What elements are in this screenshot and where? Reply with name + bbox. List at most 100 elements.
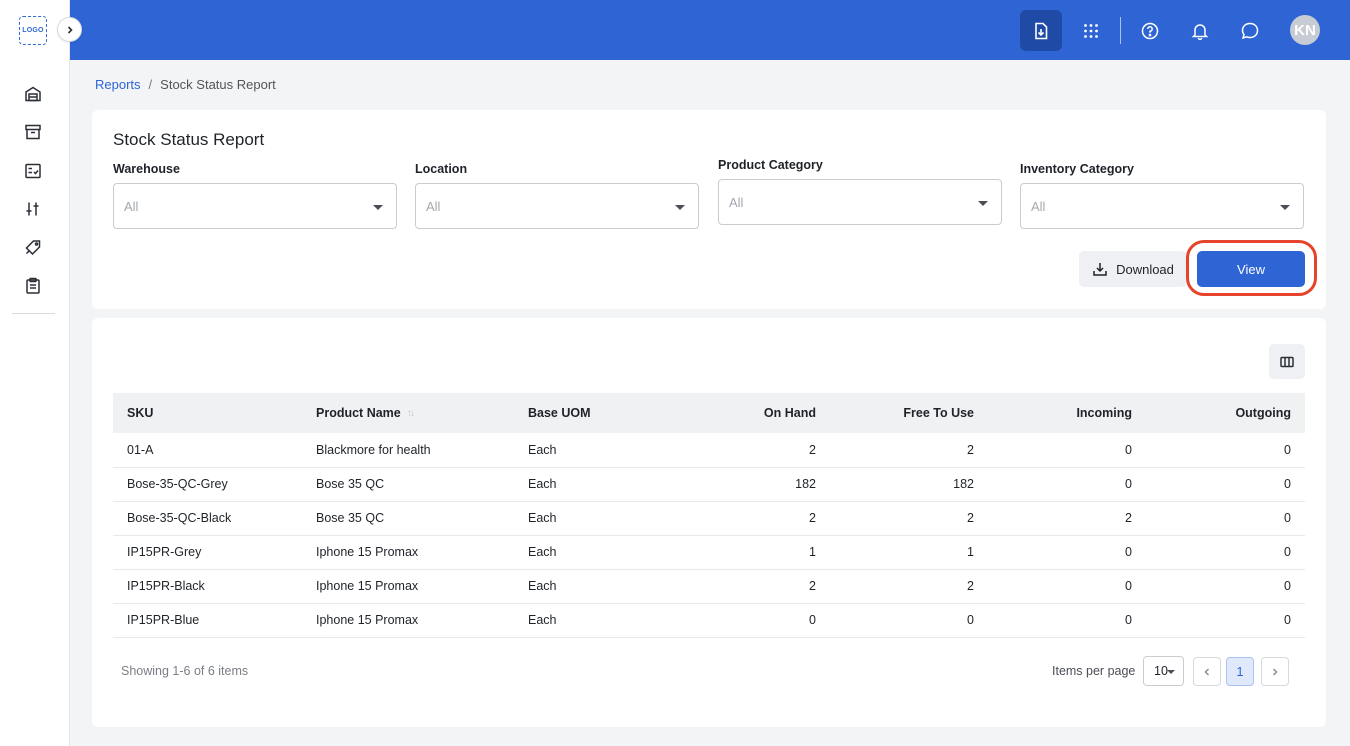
cell-free-to-use: 0 <box>830 603 988 638</box>
bell-icon <box>1191 23 1209 40</box>
cell-base-uom: Each <box>514 433 673 468</box>
notifications-button[interactable] <box>1179 10 1221 51</box>
breadcrumb-reports-link[interactable]: Reports <box>95 77 141 92</box>
col-header-on-hand[interactable]: On Hand <box>673 393 830 433</box>
cell-sku: Bose-35-QC-Black <box>113 501 302 536</box>
cell-outgoing: 0 <box>1146 603 1305 638</box>
chat-icon <box>1241 22 1259 39</box>
cell-incoming: 0 <box>988 467 1146 502</box>
table-header-row: SKU Product Name ↑↓ Base UOM On Hand Free… <box>113 393 1305 433</box>
location-select[interactable]: All <box>415 183 699 229</box>
cell-sku: IP15PR-Grey <box>113 535 302 570</box>
top-header: KN <box>70 0 1350 60</box>
cell-on-hand: 2 <box>673 501 830 536</box>
download-button-label: Download <box>1116 261 1174 277</box>
col-header-outgoing[interactable]: Outgoing <box>1146 393 1305 433</box>
caret-down-icon <box>675 205 685 210</box>
adjustments-icon[interactable] <box>23 199 43 219</box>
showing-count: Showing 1-6 of 6 items <box>121 664 249 678</box>
page-title: Stock Status Report <box>113 130 265 149</box>
page-button-current[interactable]: 1 <box>1226 657 1254 686</box>
chevron-left-icon <box>1204 667 1210 676</box>
tags-icon[interactable] <box>23 238 43 258</box>
cell-sku: IP15PR-Black <box>113 569 302 604</box>
cell-incoming: 0 <box>988 569 1146 604</box>
inventory-category-select[interactable]: All <box>1020 183 1304 229</box>
archive-icon[interactable] <box>23 122 43 142</box>
help-button[interactable] <box>1129 10 1171 51</box>
column-settings-button[interactable] <box>1269 344 1305 379</box>
cell-sku: 01-A <box>113 433 302 468</box>
download-report-button[interactable] <box>1020 10 1062 51</box>
prev-page-button[interactable] <box>1193 657 1221 686</box>
clipboard-icon[interactable] <box>23 276 43 296</box>
cell-product-name: Iphone 15 Promax <box>302 535 514 570</box>
cell-outgoing: 0 <box>1146 501 1305 536</box>
col-header-product-name[interactable]: Product Name ↑↓ <box>302 393 514 433</box>
sort-icon[interactable]: ↑↓ <box>407 408 415 419</box>
warehouse-label: Warehouse <box>113 162 180 176</box>
warehouse-icon[interactable] <box>23 84 43 104</box>
filter-panel: Stock Status Report Warehouse All Locati… <box>92 110 1326 309</box>
chevron-right-icon <box>67 25 73 34</box>
cell-outgoing: 0 <box>1146 535 1305 570</box>
cell-sku: IP15PR-Blue <box>113 603 302 638</box>
col-header-incoming[interactable]: Incoming <box>988 393 1146 433</box>
warehouse-select-value: All <box>124 199 139 214</box>
download-icon <box>1093 263 1107 276</box>
col-header-base-uom[interactable]: Base UOM <box>514 393 673 433</box>
help-icon <box>1141 22 1159 39</box>
cell-outgoing: 0 <box>1146 569 1305 604</box>
cell-base-uom: Each <box>514 569 673 604</box>
columns-icon <box>1280 356 1294 367</box>
col-header-sku[interactable]: SKU <box>113 393 302 433</box>
view-button[interactable]: View <box>1197 251 1305 287</box>
sidebar-expand-button[interactable] <box>57 17 82 42</box>
cell-on-hand: 2 <box>673 433 830 468</box>
cell-free-to-use: 2 <box>830 501 988 536</box>
cell-free-to-use: 182 <box>830 467 988 502</box>
cell-product-name: Iphone 15 Promax <box>302 603 514 638</box>
sidebar-divider <box>12 313 55 314</box>
caret-down-icon <box>373 205 383 210</box>
table-row: IP15PR-Black Iphone 15 Promax Each 2 2 0… <box>113 569 1305 604</box>
download-report-icon <box>1035 22 1048 39</box>
breadcrumb: Reports / Stock Status Report <box>95 77 276 92</box>
table-row: Bose-35-QC-Black Bose 35 QC Each 2 2 2 0 <box>113 501 1305 536</box>
results-panel: SKU Product Name ↑↓ Base UOM On Hand Free… <box>92 318 1326 727</box>
col-header-product-name-label: Product Name <box>316 406 401 420</box>
items-per-page-select[interactable]: 10 <box>1143 656 1184 686</box>
product-category-select-value: All <box>729 195 744 210</box>
cell-product-name: Bose 35 QC <box>302 501 514 536</box>
cell-on-hand: 2 <box>673 569 830 604</box>
cell-outgoing: 0 <box>1146 433 1305 468</box>
apps-grid-button[interactable] <box>1070 10 1112 51</box>
cell-base-uom: Each <box>514 535 673 570</box>
product-category-select[interactable]: All <box>718 179 1002 225</box>
inventory-category-label: Inventory Category <box>1020 162 1134 176</box>
header-divider <box>1120 17 1121 44</box>
checklist-icon[interactable] <box>23 161 43 181</box>
items-per-page-label: Items per page <box>1052 664 1136 678</box>
user-avatar[interactable]: KN <box>1290 15 1320 45</box>
warehouse-select[interactable]: All <box>113 183 397 229</box>
next-page-button[interactable] <box>1261 657 1289 686</box>
chat-button[interactable] <box>1229 10 1271 51</box>
cell-incoming: 0 <box>988 603 1146 638</box>
inventory-category-select-value: All <box>1031 199 1046 214</box>
cell-free-to-use: 2 <box>830 433 988 468</box>
cell-incoming: 0 <box>988 535 1146 570</box>
cell-product-name: Blackmore for health <box>302 433 514 468</box>
table-row: IP15PR-Blue Iphone 15 Promax Each 0 0 0 … <box>113 603 1305 638</box>
cell-base-uom: Each <box>514 501 673 536</box>
download-button[interactable]: Download <box>1079 251 1187 287</box>
apps-grid-icon <box>1084 23 1098 38</box>
sidebar: LOGO <box>0 0 70 746</box>
col-header-free-to-use[interactable]: Free To Use <box>830 393 988 433</box>
product-category-label: Product Category <box>718 158 823 172</box>
items-per-page-value: 10 <box>1154 664 1168 678</box>
breadcrumb-separator: / <box>148 77 153 92</box>
cell-outgoing: 0 <box>1146 467 1305 502</box>
logo: LOGO <box>19 16 47 45</box>
location-label: Location <box>415 162 468 176</box>
